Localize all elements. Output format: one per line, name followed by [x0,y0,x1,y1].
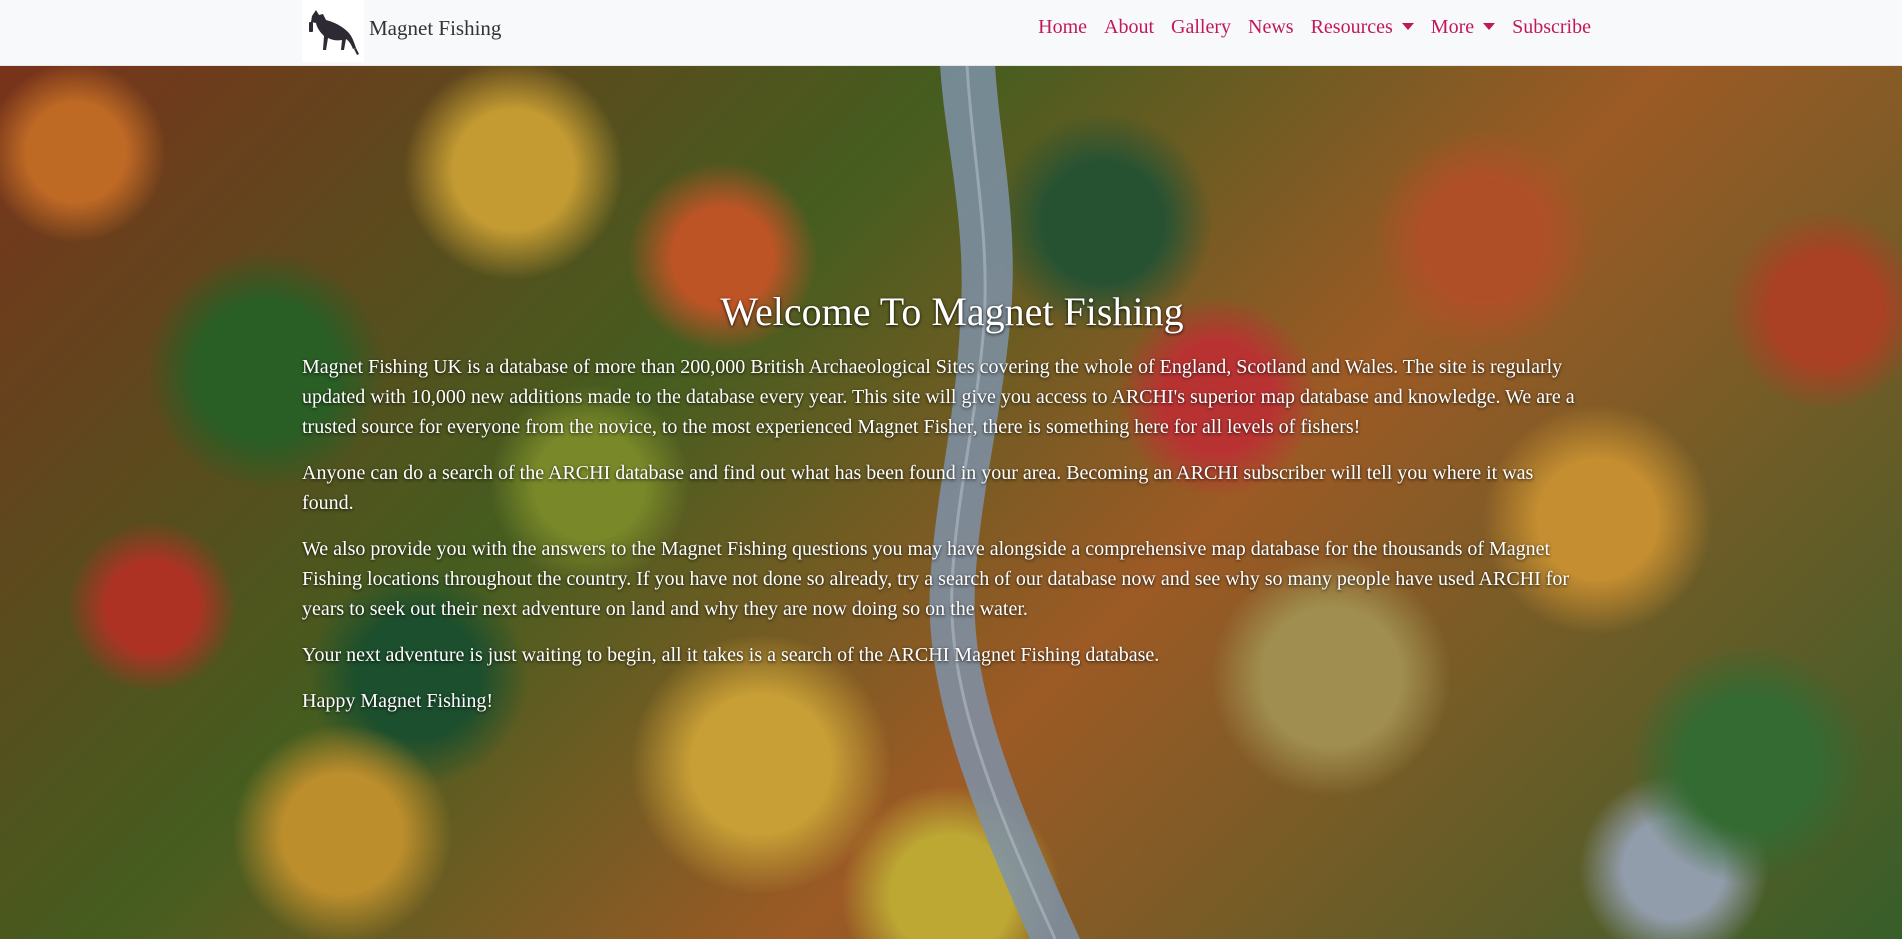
nav-gallery-label: Gallery [1171,16,1232,38]
nav-home-label: Home [1038,16,1088,38]
hero-title: Welcome To Magnet Fishing [720,289,1184,334]
hero-paragraph: Magnet Fishing UK is a database of more … [302,356,1575,438]
hero-section: Welcome To Magnet Fishing Magnet Fishing… [0,65,1902,939]
nav-more-label: More [1430,16,1475,38]
hero-paragraph: Your next adventure is just waiting to b… [302,644,1160,666]
nav-news[interactable]: News [1248,16,1294,39]
nav-resources-label: Resources [1310,16,1393,38]
nav-resources-dropdown[interactable]: Resources [1311,16,1414,39]
dog-with-magnet-icon [302,0,364,62]
hero-paragraph: Happy Magnet Fishing! [302,690,494,712]
nav-subscribe[interactable]: Subscribe [1512,16,1591,39]
nav-gallery[interactable]: Gallery [1171,16,1231,39]
hero-paragraphs: Magnet Fishing UK is a database of more … [302,352,1582,732]
brand-link[interactable]: Magnet Fishing [302,0,501,62]
nav-news-label: News [1248,16,1294,38]
hero-paragraph: Anyone can do a search of the ARCHI data… [302,462,1534,514]
hero-paragraph: We also provide you with the answers to … [302,538,1570,620]
caret-down-icon [1483,23,1496,30]
nav-subscribe-label: Subscribe [1512,16,1591,38]
nav-more-dropdown[interactable]: More [1430,16,1496,39]
nav-about-label: About [1104,16,1155,38]
navbar: Magnet Fishing Home About Gallery News R… [0,0,1902,66]
nav-home[interactable]: Home [1038,16,1087,39]
brand-name: Magnet Fishing [369,15,502,40]
nav-about[interactable]: About [1104,16,1154,39]
main-nav: Home About Gallery News Resources More S… [1038,16,1591,39]
caret-down-icon [1401,23,1414,30]
